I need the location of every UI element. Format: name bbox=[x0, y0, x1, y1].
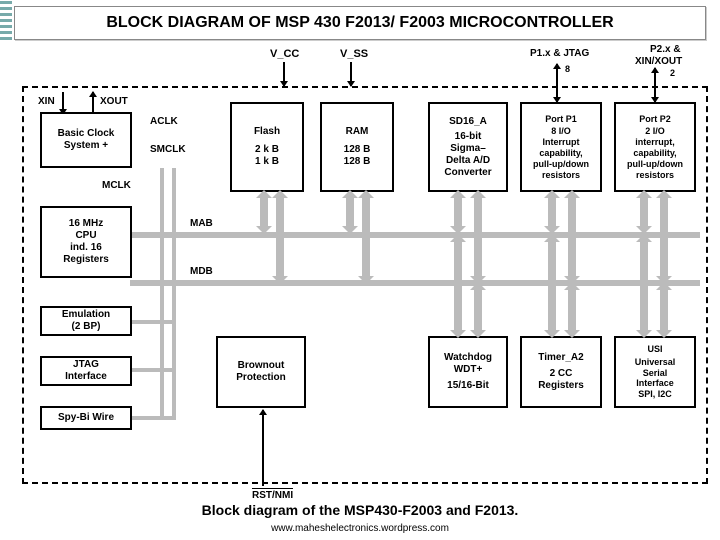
cpu-left-conn1 bbox=[160, 168, 164, 418]
p2-mdb bbox=[660, 194, 668, 280]
timer-block: Timer_A2 2 CC Registers bbox=[520, 336, 602, 408]
xin-arrow bbox=[62, 92, 64, 114]
p2-bus-label: 2 bbox=[670, 68, 675, 78]
ram-mab bbox=[346, 194, 354, 230]
p1-label: P1.x & JTAG bbox=[530, 48, 589, 59]
mab-bus bbox=[130, 232, 700, 238]
p2b-label: XIN/XOUT bbox=[635, 56, 682, 67]
p1-bus-label: 8 bbox=[565, 64, 570, 74]
aclk-label: ACLK bbox=[150, 116, 178, 127]
emulation-block: Emulation (2 BP) bbox=[40, 306, 132, 336]
cpu-block: 16 MHz CPU ind. 16 Registers bbox=[40, 206, 132, 278]
port1-block: Port P1 8 I/O Interrupt capability, pull… bbox=[520, 102, 602, 192]
sd16-mab bbox=[454, 194, 462, 230]
mdb-bus bbox=[130, 280, 700, 286]
rst-arrow bbox=[262, 410, 264, 486]
port2-block: Port P2 2 I/O interrupt, capability, pul… bbox=[614, 102, 696, 192]
mab-label: MAB bbox=[190, 218, 213, 229]
xin-label: XIN bbox=[38, 96, 55, 107]
title-bar: BLOCK DIAGRAM OF MSP 430 F2013/ F2003 MI… bbox=[14, 6, 706, 40]
xout-arrow bbox=[92, 92, 94, 114]
rst-label: RST/NMI bbox=[252, 488, 293, 501]
footer-url: www.maheshelectronics.wordpress.com bbox=[0, 523, 720, 534]
sd16-block: SD16_A 16-bit Sigma– Delta A/D Converter bbox=[428, 102, 508, 192]
brownout-block: Brownout Protection bbox=[216, 336, 306, 408]
mdb-label: MDB bbox=[190, 266, 213, 277]
ram-block: RAM 128 B 128 B bbox=[320, 102, 394, 192]
vss-arrow bbox=[350, 62, 352, 86]
smclk-label: SMCLK bbox=[150, 144, 186, 155]
spy-conn bbox=[132, 416, 176, 420]
em-conn bbox=[132, 320, 176, 324]
watchdog-block: Watchdog WDT+ 15/16-Bit bbox=[428, 336, 508, 408]
mclk-label: MCLK bbox=[102, 180, 131, 191]
wdt-mdb bbox=[474, 286, 482, 334]
timer-mab bbox=[548, 238, 556, 334]
p1-mdb bbox=[568, 194, 576, 280]
usi-block: USI Universal Serial Interface SPI, I2C bbox=[614, 336, 696, 408]
p2a-label: P2.x & bbox=[650, 44, 681, 55]
page-title: BLOCK DIAGRAM OF MSP 430 F2013/ F2003 MI… bbox=[106, 14, 613, 32]
vss-label: V_SS bbox=[340, 48, 368, 60]
usi-mdb bbox=[660, 286, 668, 334]
jtag-conn bbox=[132, 368, 176, 372]
top-pin-labels: V_CC V_SS P1.x & JTAG 8 P2.x & XIN/XOUT … bbox=[40, 48, 700, 78]
p2-mab bbox=[640, 194, 648, 230]
flash-block: Flash 2 k B 1 k B bbox=[230, 102, 304, 192]
basic-clock-block: Basic Clock System + bbox=[40, 112, 132, 168]
vcc-label: V_CC bbox=[270, 48, 299, 60]
spybi-block: Spy-Bi Wire bbox=[40, 406, 132, 430]
flash-mdb bbox=[276, 194, 284, 280]
xout-label: XOUT bbox=[100, 96, 128, 107]
corner-decoration bbox=[0, 0, 12, 40]
sd16-mdb bbox=[474, 194, 482, 280]
timer-mdb bbox=[568, 286, 576, 334]
caption: Block diagram of the MSP430-F2003 and F2… bbox=[0, 502, 720, 518]
jtag-block: JTAG Interface bbox=[40, 356, 132, 386]
flash-mab bbox=[260, 194, 268, 230]
wdt-mab bbox=[454, 238, 462, 334]
cpu-left-conn2 bbox=[172, 168, 176, 418]
usi-mab bbox=[640, 238, 648, 334]
vcc-arrow bbox=[283, 62, 285, 86]
ram-mdb bbox=[362, 194, 370, 280]
p1-mab bbox=[548, 194, 556, 230]
